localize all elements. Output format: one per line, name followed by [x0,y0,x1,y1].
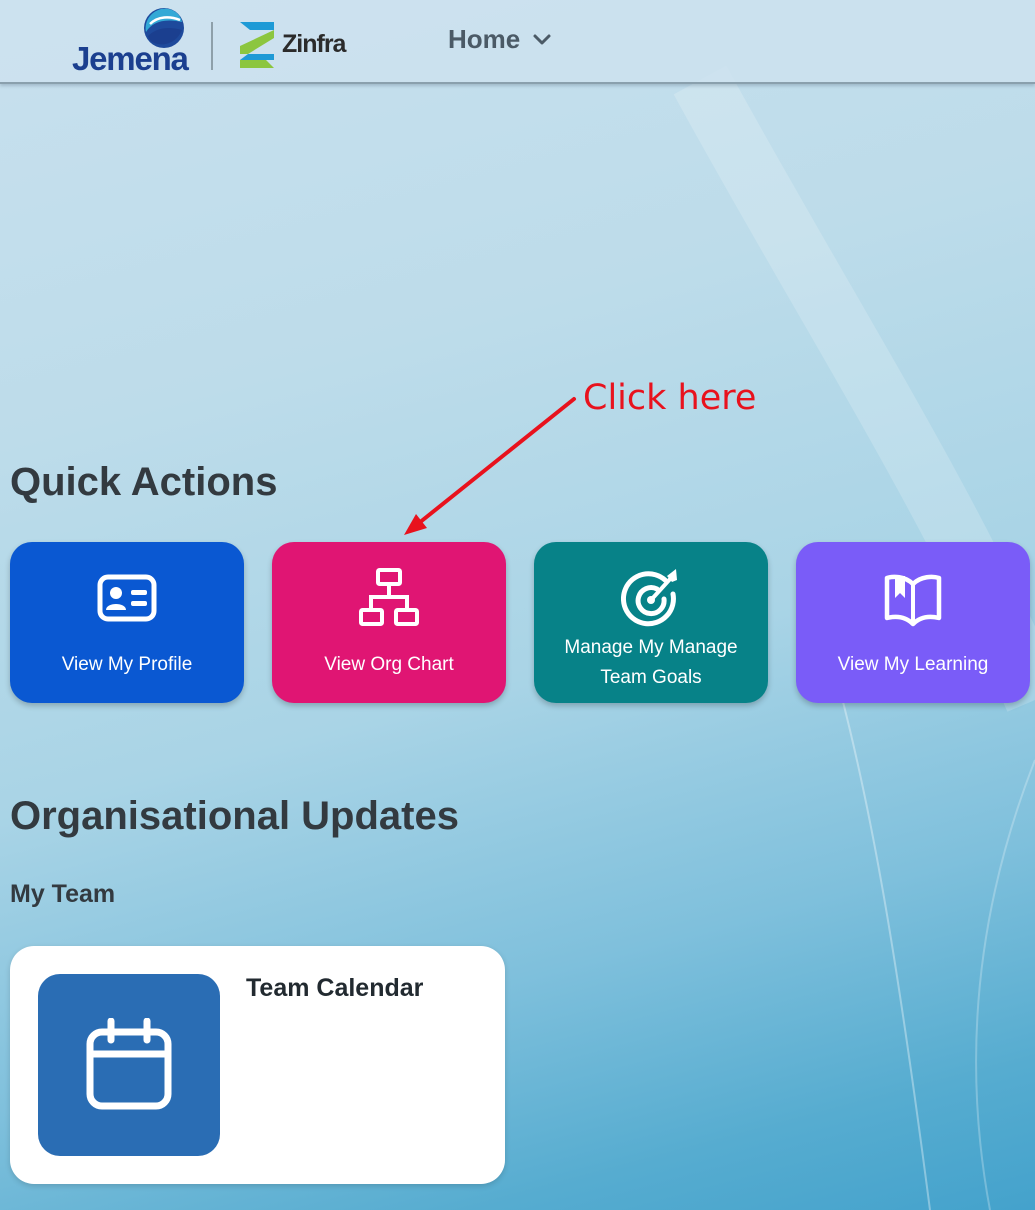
logo-divider [211,22,213,70]
home-nav-label: Home [448,24,521,54]
view-my-learning-tile[interactable]: View My Learning [796,542,1030,703]
chevron-down-icon [533,34,551,44]
view-org-chart-tile[interactable]: View Org Chart [272,542,506,703]
target-icon [621,569,677,627]
zinfra-logo-text: Zinfra [282,30,346,58]
manage-team-goals-tile[interactable]: Manage My Manage Team Goals [534,542,768,703]
home-nav-menu[interactable]: Home [448,24,552,55]
profile-card-icon [97,574,157,622]
jemena-logo-text: Jemena [72,40,189,77]
team-calendar-thumbnail [38,974,220,1156]
top-header-bar: Jemena Zinfra Home [0,0,1035,84]
click-here-annotation: Click here [583,378,757,418]
calendar-icon [86,1018,172,1110]
org-chart-icon [359,568,419,626]
open-book-icon [884,574,942,627]
view-my-learning-label: View My Learning [837,654,989,675]
view-org-chart-label: View Org Chart [324,654,454,675]
manage-team-goals-label-line2: Team Goals [600,667,702,688]
zinfra-logo[interactable]: Zinfra [238,20,358,72]
my-team-subheading: My Team [10,880,116,908]
jemena-logo[interactable]: Jemena [70,4,195,77]
view-my-profile-label: View My Profile [61,654,193,675]
organisational-updates-heading: Organisational Updates [10,794,459,838]
team-calendar-card[interactable]: Team Calendar [10,946,505,1184]
team-calendar-title: Team Calendar [246,974,424,1002]
zinfra-logo-mark-icon [240,22,274,68]
quick-actions-heading: Quick Actions [10,460,278,504]
view-my-profile-tile[interactable]: View My Profile [10,542,244,703]
manage-team-goals-label-line1: Manage My Manage [564,637,738,658]
manage-team-goals-label: Manage My Manage Team Goals [534,633,768,693]
